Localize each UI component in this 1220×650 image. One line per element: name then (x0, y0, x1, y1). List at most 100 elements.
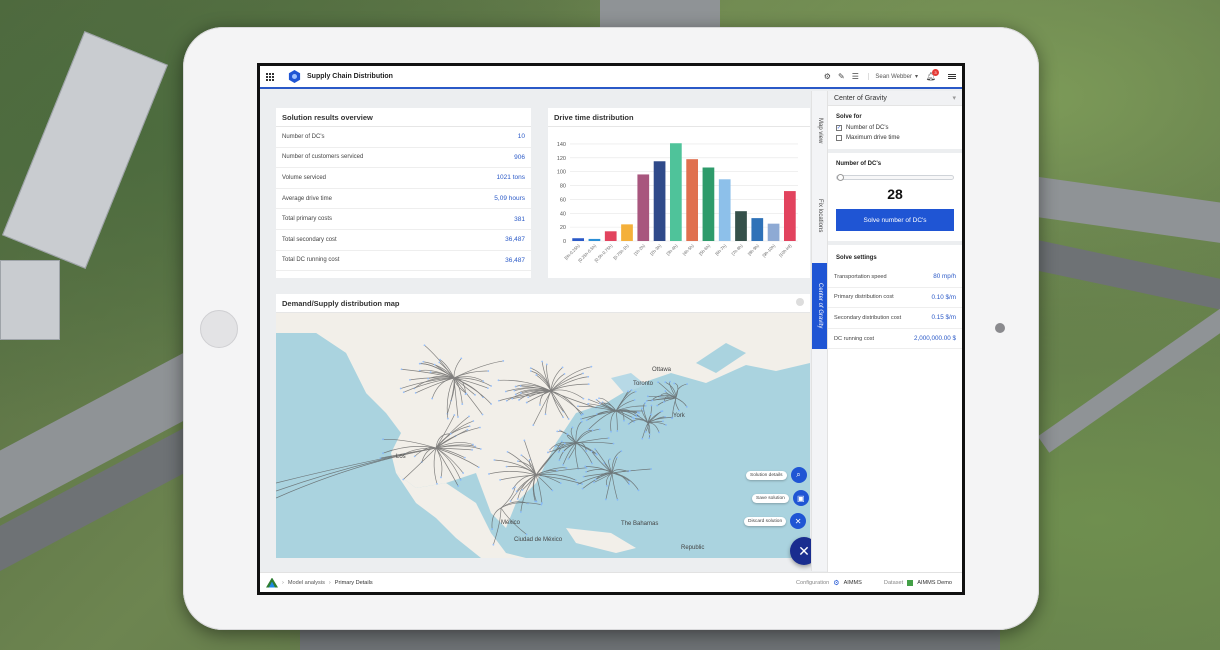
customer-point (582, 372, 584, 375)
customer-point (582, 397, 585, 400)
settings-row[interactable]: Transportation speed 80 mp/h (828, 267, 962, 288)
customer-point (587, 428, 590, 431)
option-max-drive-time[interactable]: Maximum drive time (828, 133, 962, 143)
customer-point (627, 390, 630, 393)
customer-point (616, 456, 618, 459)
tab-fix-locations[interactable]: Fix locations (812, 181, 828, 251)
customer-point (422, 360, 425, 363)
option-number-of-dcs[interactable]: ✓ Number of DC's (828, 123, 962, 133)
customer-point (546, 451, 549, 454)
save-solution-label[interactable]: Save solution (752, 493, 789, 503)
app-title: Supply Chain Distribution (307, 73, 393, 80)
x-tick-label: [8h-9h) (747, 243, 761, 257)
checkbox-checked[interactable]: ✓ (836, 125, 842, 131)
customer-point (591, 462, 593, 465)
setting-value[interactable]: 0.10 $/m (931, 294, 956, 301)
customer-point (514, 385, 517, 388)
customer-point (413, 455, 416, 458)
discard-solution-action[interactable]: Discard solution ✕ (744, 513, 807, 529)
customer-point (685, 405, 688, 408)
distribution-map[interactable]: Ottawa Toronto York Los México Ciudad de… (276, 313, 810, 558)
customer-point (488, 473, 490, 475)
checkbox-unchecked[interactable] (836, 135, 842, 141)
customer-point (499, 479, 502, 481)
edit-pencil-icon[interactable]: ✎ (836, 72, 846, 82)
customer-point (567, 418, 570, 420)
setting-value[interactable]: 0.15 $/m (931, 314, 956, 321)
results-table: Number of DC's 10 Number of customers serv… (276, 127, 531, 272)
solve-button[interactable]: Solve number of DC's (836, 209, 954, 231)
solution-details-label[interactable]: Solution details (746, 470, 787, 480)
setting-value[interactable]: 2,000,000.00 $ (914, 335, 956, 342)
row-value: 906 (514, 153, 525, 161)
map-options-icon[interactable] (796, 298, 804, 306)
customer-point (513, 389, 516, 392)
customer-point (587, 375, 590, 378)
customer-point (591, 429, 594, 432)
tab-map-view[interactable]: Map view (812, 101, 828, 161)
chevron-down-icon: ▾ (914, 74, 918, 80)
config-value[interactable]: AIMMS (844, 580, 862, 586)
tab-center-of-gravity[interactable]: Center of Gravity (812, 263, 828, 349)
customer-point (644, 402, 646, 404)
map-canvas[interactable]: Ottawa Toronto York Los México Ciudad de… (276, 313, 810, 558)
customer-point (585, 470, 588, 473)
y-tick-label: 20 (560, 225, 566, 231)
x-tick-label: [6h-7h) (714, 243, 728, 257)
flow-line (611, 472, 630, 482)
save-solution-action[interactable]: Save solution ▣ (752, 490, 809, 506)
bar (686, 159, 699, 241)
customer-point (511, 397, 514, 400)
breadcrumb-model-analysis[interactable]: Model analysis (288, 580, 325, 586)
customer-point (565, 467, 568, 469)
apps-grid-icon[interactable] (266, 72, 274, 81)
settings-row[interactable]: Primary distribution cost 0.10 $/m (828, 288, 962, 309)
customer-point (556, 469, 558, 472)
chevron-down-icon[interactable]: ▾ (952, 94, 956, 102)
customer-point (505, 465, 508, 468)
customer-point (662, 420, 664, 423)
customer-point (627, 423, 630, 425)
customer-point (590, 365, 593, 368)
discard-close-icon[interactable]: ✕ (790, 513, 807, 529)
customer-point (491, 528, 494, 530)
x-tick-label: [9h-10h) (761, 243, 776, 258)
customer-point (399, 387, 402, 390)
aimms-logo-icon[interactable] (266, 578, 278, 588)
customer-point (497, 379, 500, 382)
customer-point (623, 419, 625, 422)
breadcrumb-separator-icon: › (282, 579, 284, 586)
customer-point (466, 428, 469, 431)
notifications-bell-icon[interactable]: 🔔︎ 3 (926, 68, 939, 82)
customer-point (599, 402, 601, 405)
settings-row[interactable]: DC running cost 2,000,000.00 $ (828, 329, 962, 350)
list-icon[interactable]: ☰ (850, 72, 860, 82)
app-window: Supply Chain Distribution ⚙ ✎ ☰ Sean Web… (260, 66, 962, 592)
settings-gear-icon[interactable]: ⚙ (822, 72, 832, 82)
customer-point (474, 445, 477, 448)
y-tick-label: 80 (560, 184, 566, 190)
customer-point (664, 381, 667, 384)
customer-point (479, 426, 481, 429)
setting-value[interactable]: 80 mp/h (933, 273, 956, 280)
customer-point (577, 405, 579, 408)
dataset-value[interactable]: AIMMS Demo (917, 580, 952, 586)
row-label: Volume serviced (282, 174, 327, 181)
settings-row[interactable]: Secondary distribution cost 0.15 $/m (828, 308, 962, 329)
user-menu[interactable]: Sean Webber ▾ (868, 73, 918, 80)
breadcrumb-primary-details[interactable]: Primary Details (335, 580, 373, 586)
setting-label: Transportation speed (834, 273, 887, 280)
search-icon[interactable]: ⌕ (790, 467, 807, 483)
customer-point (521, 489, 524, 491)
row-value: 10 (517, 133, 525, 141)
discard-solution-label[interactable]: Discard solution (744, 516, 787, 526)
hamburger-menu-icon[interactable] (948, 74, 956, 79)
customer-point (517, 460, 519, 462)
slider-handle[interactable] (837, 174, 844, 181)
save-icon[interactable]: ▣ (792, 490, 809, 506)
num-dcs-slider[interactable] (836, 174, 954, 181)
solution-details-action[interactable]: Solution details ⌕ (746, 467, 807, 483)
customer-point (519, 392, 522, 394)
bar (653, 161, 666, 241)
tablet-home-button[interactable] (200, 310, 238, 348)
